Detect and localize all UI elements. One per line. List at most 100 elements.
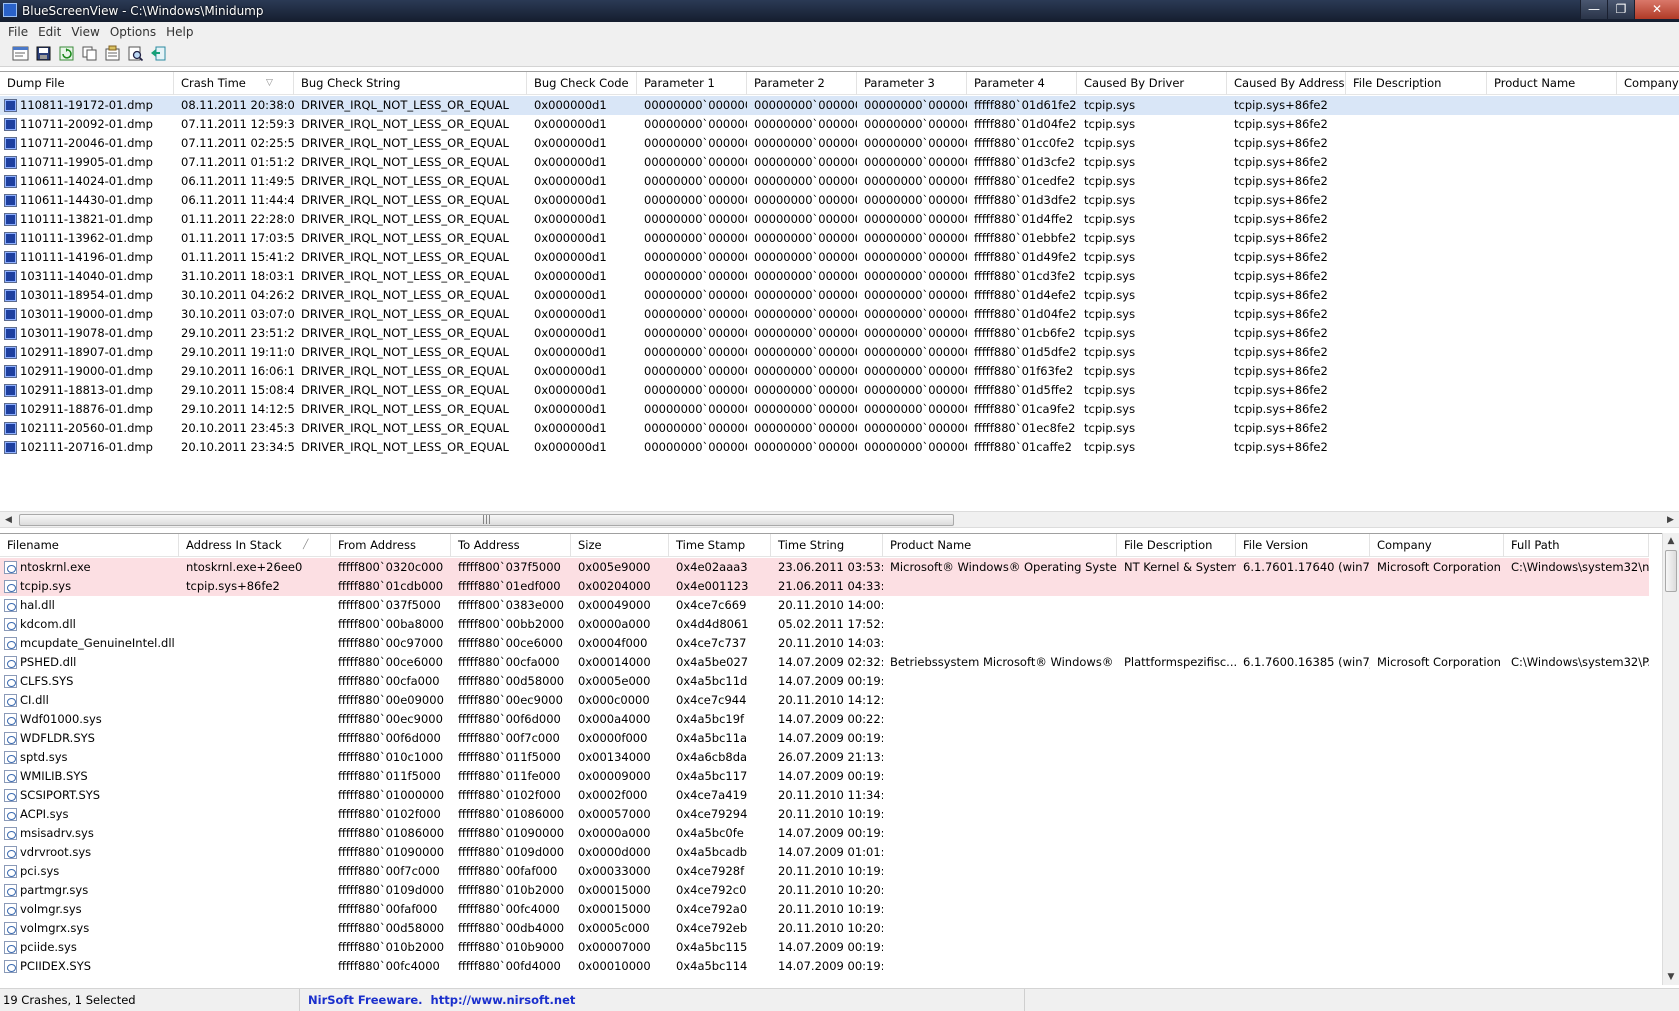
table-cell bbox=[1346, 305, 1487, 324]
table-row[interactable]: PCIIDEX.SYS fffff880`00fc4000 fffff880`00f… bbox=[0, 957, 1649, 976]
horizontal-scrollbar[interactable]: ◀ ||| ▶ bbox=[0, 511, 1679, 528]
table-row[interactable]: Wdf01000.sys fffff880`00ec9000 fffff880`00… bbox=[0, 710, 1649, 729]
scroll-down-icon[interactable]: ▼ bbox=[1663, 969, 1679, 985]
table-row[interactable]: 110711-20046-01.dmp 07.11.2011 02:25:52 DR… bbox=[0, 134, 1679, 153]
column-header-company[interactable]: Company bbox=[1370, 534, 1504, 557]
cell-text: 0x4ce792a0 bbox=[676, 902, 748, 916]
find-button[interactable] bbox=[125, 44, 145, 64]
close-button[interactable]: ✕ bbox=[1634, 0, 1679, 19]
scroll-right-icon[interactable]: ▶ bbox=[1662, 512, 1679, 528]
table-row[interactable]: 110111-13962-01.dmp 01.11.2011 17:03:59 DR… bbox=[0, 229, 1679, 248]
minimize-button[interactable]: — bbox=[1580, 0, 1607, 19]
table-row[interactable]: 110611-14430-01.dmp 06.11.2011 11:44:48 DR… bbox=[0, 191, 1679, 210]
table-row[interactable]: 110611-14024-01.dmp 06.11.2011 11:49:54 DR… bbox=[0, 172, 1679, 191]
column-header-parameter-2[interactable]: Parameter 2 bbox=[747, 72, 857, 95]
table-row[interactable]: WMILIB.SYS fffff880`011f5000 fffff880`011f… bbox=[0, 767, 1649, 786]
nirsoft-url[interactable]: http://www.nirsoft.net bbox=[431, 993, 576, 1007]
table-row[interactable]: 103111-14040-01.dmp 31.10.2011 18:03:15 DR… bbox=[0, 267, 1679, 286]
table-row[interactable]: 110711-20092-01.dmp 07.11.2011 12:59:31 DR… bbox=[0, 115, 1679, 134]
table-row[interactable]: PSHED.dll fffff880`00ce6000 fffff880`00cfa… bbox=[0, 653, 1649, 672]
column-header-parameter-3[interactable]: Parameter 3 bbox=[857, 72, 967, 95]
table-row[interactable]: hal.dll fffff800`037f5000 fffff800`0383e00… bbox=[0, 596, 1649, 615]
table-row[interactable]: ACPI.sys fffff880`0102f000 fffff880`010860… bbox=[0, 805, 1649, 824]
column-header-filename[interactable]: Filename bbox=[0, 534, 179, 557]
column-header-time-string[interactable]: Time String bbox=[771, 534, 883, 557]
table-row[interactable]: mcupdate_GenuineIntel.dll fffff880`00c970… bbox=[0, 634, 1649, 653]
column-header-bug-check-string[interactable]: Bug Check String bbox=[294, 72, 527, 95]
column-header-time-stamp[interactable]: Time Stamp bbox=[669, 534, 771, 557]
table-row[interactable]: 103011-18954-01.dmp 30.10.2011 04:26:22 DR… bbox=[0, 286, 1679, 305]
table-row[interactable]: kdcom.dll fffff800`00ba8000 fffff800`00bb2… bbox=[0, 615, 1649, 634]
table-row[interactable]: volmgrx.sys fffff880`00d58000 fffff880`00d… bbox=[0, 919, 1649, 938]
cell-text: msisadrv.sys bbox=[20, 826, 94, 840]
menu-file[interactable]: File bbox=[3, 25, 33, 39]
table-row[interactable]: 102111-20560-01.dmp 20.10.2011 23:45:33 DR… bbox=[0, 419, 1679, 438]
refresh-button[interactable] bbox=[56, 44, 76, 64]
table-row[interactable]: 110111-13821-01.dmp 01.11.2011 22:28:02 DR… bbox=[0, 210, 1679, 229]
column-header-caused-by-driver[interactable]: Caused By Driver bbox=[1077, 72, 1227, 95]
column-header-company[interactable]: Company bbox=[1617, 72, 1679, 95]
table-row[interactable]: 103011-19000-01.dmp 30.10.2011 03:07:09 DR… bbox=[0, 305, 1679, 324]
copy-button[interactable] bbox=[79, 44, 99, 64]
table-row[interactable]: volmgr.sys fffff880`00faf000 fffff880`00fc… bbox=[0, 900, 1649, 919]
table-row[interactable]: 110111-14196-01.dmp 01.11.2011 15:41:25 DR… bbox=[0, 248, 1679, 267]
column-header-file-version[interactable]: File Version bbox=[1236, 534, 1370, 557]
table-row[interactable]: vdrvroot.sys fffff880`01090000 fffff880`01… bbox=[0, 843, 1649, 862]
properties-button[interactable] bbox=[10, 44, 30, 64]
column-header-crash-time[interactable]: Crash Time ▽ bbox=[174, 72, 294, 95]
horizontal-scroll-thumb[interactable]: ||| bbox=[19, 514, 954, 526]
menu-edit[interactable]: Edit bbox=[33, 25, 66, 39]
table-row[interactable]: 102911-18813-01.dmp 29.10.2011 15:08:44 DR… bbox=[0, 381, 1679, 400]
exit-button[interactable] bbox=[148, 44, 168, 64]
column-header-full-path[interactable]: Full Path bbox=[1504, 534, 1649, 557]
column-header-product-name[interactable]: Product Name bbox=[883, 534, 1117, 557]
table-row[interactable]: partmgr.sys fffff880`0109d000 fffff880`010… bbox=[0, 881, 1649, 900]
column-header-caused-by-address[interactable]: Caused By Address bbox=[1227, 72, 1346, 95]
table-row[interactable]: CI.dll fffff880`00e09000 fffff880`00ec9000… bbox=[0, 691, 1649, 710]
save-button[interactable] bbox=[33, 44, 53, 64]
table-row[interactable]: SCSIPORT.SYS fffff880`01000000 fffff880`01… bbox=[0, 786, 1649, 805]
column-header-from-address[interactable]: From Address bbox=[331, 534, 451, 557]
column-header-product-name[interactable]: Product Name bbox=[1487, 72, 1617, 95]
column-header-address-in-stack[interactable]: Address In Stack ╱ bbox=[179, 534, 331, 557]
cell-text: fffff880`010b2000 bbox=[338, 940, 445, 954]
table-row[interactable]: ntoskrnl.exe ntoskrnl.exe+26ee0 fffff800`0… bbox=[0, 558, 1649, 577]
nirsoft-link[interactable]: NirSoft Freeware. http://www.nirsoft.net bbox=[300, 989, 1025, 1011]
vertical-scrollbar[interactable]: ▲ ▼ bbox=[1662, 533, 1679, 985]
menu-options[interactable]: Options bbox=[105, 25, 161, 39]
options-button[interactable] bbox=[102, 44, 122, 64]
table-row[interactable]: 103011-19078-01.dmp 29.10.2011 23:51:27 DR… bbox=[0, 324, 1679, 343]
table-row[interactable]: msisadrv.sys fffff880`01086000 fffff880`01… bbox=[0, 824, 1649, 843]
menu-help[interactable]: Help bbox=[161, 25, 198, 39]
table-cell: fffff880`01d4efe2 bbox=[967, 286, 1077, 305]
menu-view[interactable]: View bbox=[66, 25, 104, 39]
table-row[interactable]: 102911-19000-01.dmp 29.10.2011 16:06:15 DR… bbox=[0, 362, 1679, 381]
table-row[interactable]: WDFLDR.SYS fffff880`00f6d000 fffff880`00f7… bbox=[0, 729, 1649, 748]
column-header-dump-file[interactable]: Dump File bbox=[0, 72, 174, 95]
table-cell: fffff880`00d58000 bbox=[451, 672, 571, 691]
table-row[interactable]: 102911-18876-01.dmp 29.10.2011 14:12:53 DR… bbox=[0, 400, 1679, 419]
table-row[interactable]: pci.sys fffff880`00f7c000 fffff880`00faf00… bbox=[0, 862, 1649, 881]
table-cell: WMILIB.SYS bbox=[0, 767, 179, 786]
cell-text: DRIVER_IRQL_NOT_LESS_OR_EQUAL bbox=[301, 212, 509, 226]
maximize-button[interactable]: ❐ bbox=[1607, 0, 1634, 19]
column-header-size[interactable]: Size bbox=[571, 534, 669, 557]
column-header-file-description[interactable]: File Description bbox=[1346, 72, 1487, 95]
column-header-parameter-4[interactable]: Parameter 4 bbox=[967, 72, 1077, 95]
table-row[interactable]: sptd.sys fffff880`010c1000 fffff880`011f50… bbox=[0, 748, 1649, 767]
table-row[interactable]: 102911-18907-01.dmp 29.10.2011 19:11:02 DR… bbox=[0, 343, 1679, 362]
table-row[interactable]: CLFS.SYS fffff880`00cfa000 fffff880`00d580… bbox=[0, 672, 1649, 691]
table-row[interactable]: pciide.sys fffff880`010b2000 fffff880`010b… bbox=[0, 938, 1649, 957]
column-header-label: Bug Check String bbox=[301, 76, 401, 90]
column-header-to-address[interactable]: To Address bbox=[451, 534, 571, 557]
column-header-file-description[interactable]: File Description bbox=[1117, 534, 1236, 557]
table-row[interactable]: 102111-20716-01.dmp 20.10.2011 23:34:56 DR… bbox=[0, 438, 1679, 457]
table-row[interactable]: tcpip.sys tcpip.sys+86fe2 fffff880`01cdb00… bbox=[0, 577, 1649, 596]
column-header-parameter-1[interactable]: Parameter 1 bbox=[637, 72, 747, 95]
table-row[interactable]: 110811-19172-01.dmp 08.11.2011 20:38:02 DR… bbox=[0, 96, 1679, 115]
column-header-bug-check-code[interactable]: Bug Check Code bbox=[527, 72, 637, 95]
scroll-left-icon[interactable]: ◀ bbox=[0, 512, 17, 528]
scroll-up-icon[interactable]: ▲ bbox=[1663, 533, 1679, 549]
vertical-scroll-thumb[interactable] bbox=[1665, 550, 1677, 592]
table-row[interactable]: 110711-19905-01.dmp 07.11.2011 01:51:24 DR… bbox=[0, 153, 1679, 172]
